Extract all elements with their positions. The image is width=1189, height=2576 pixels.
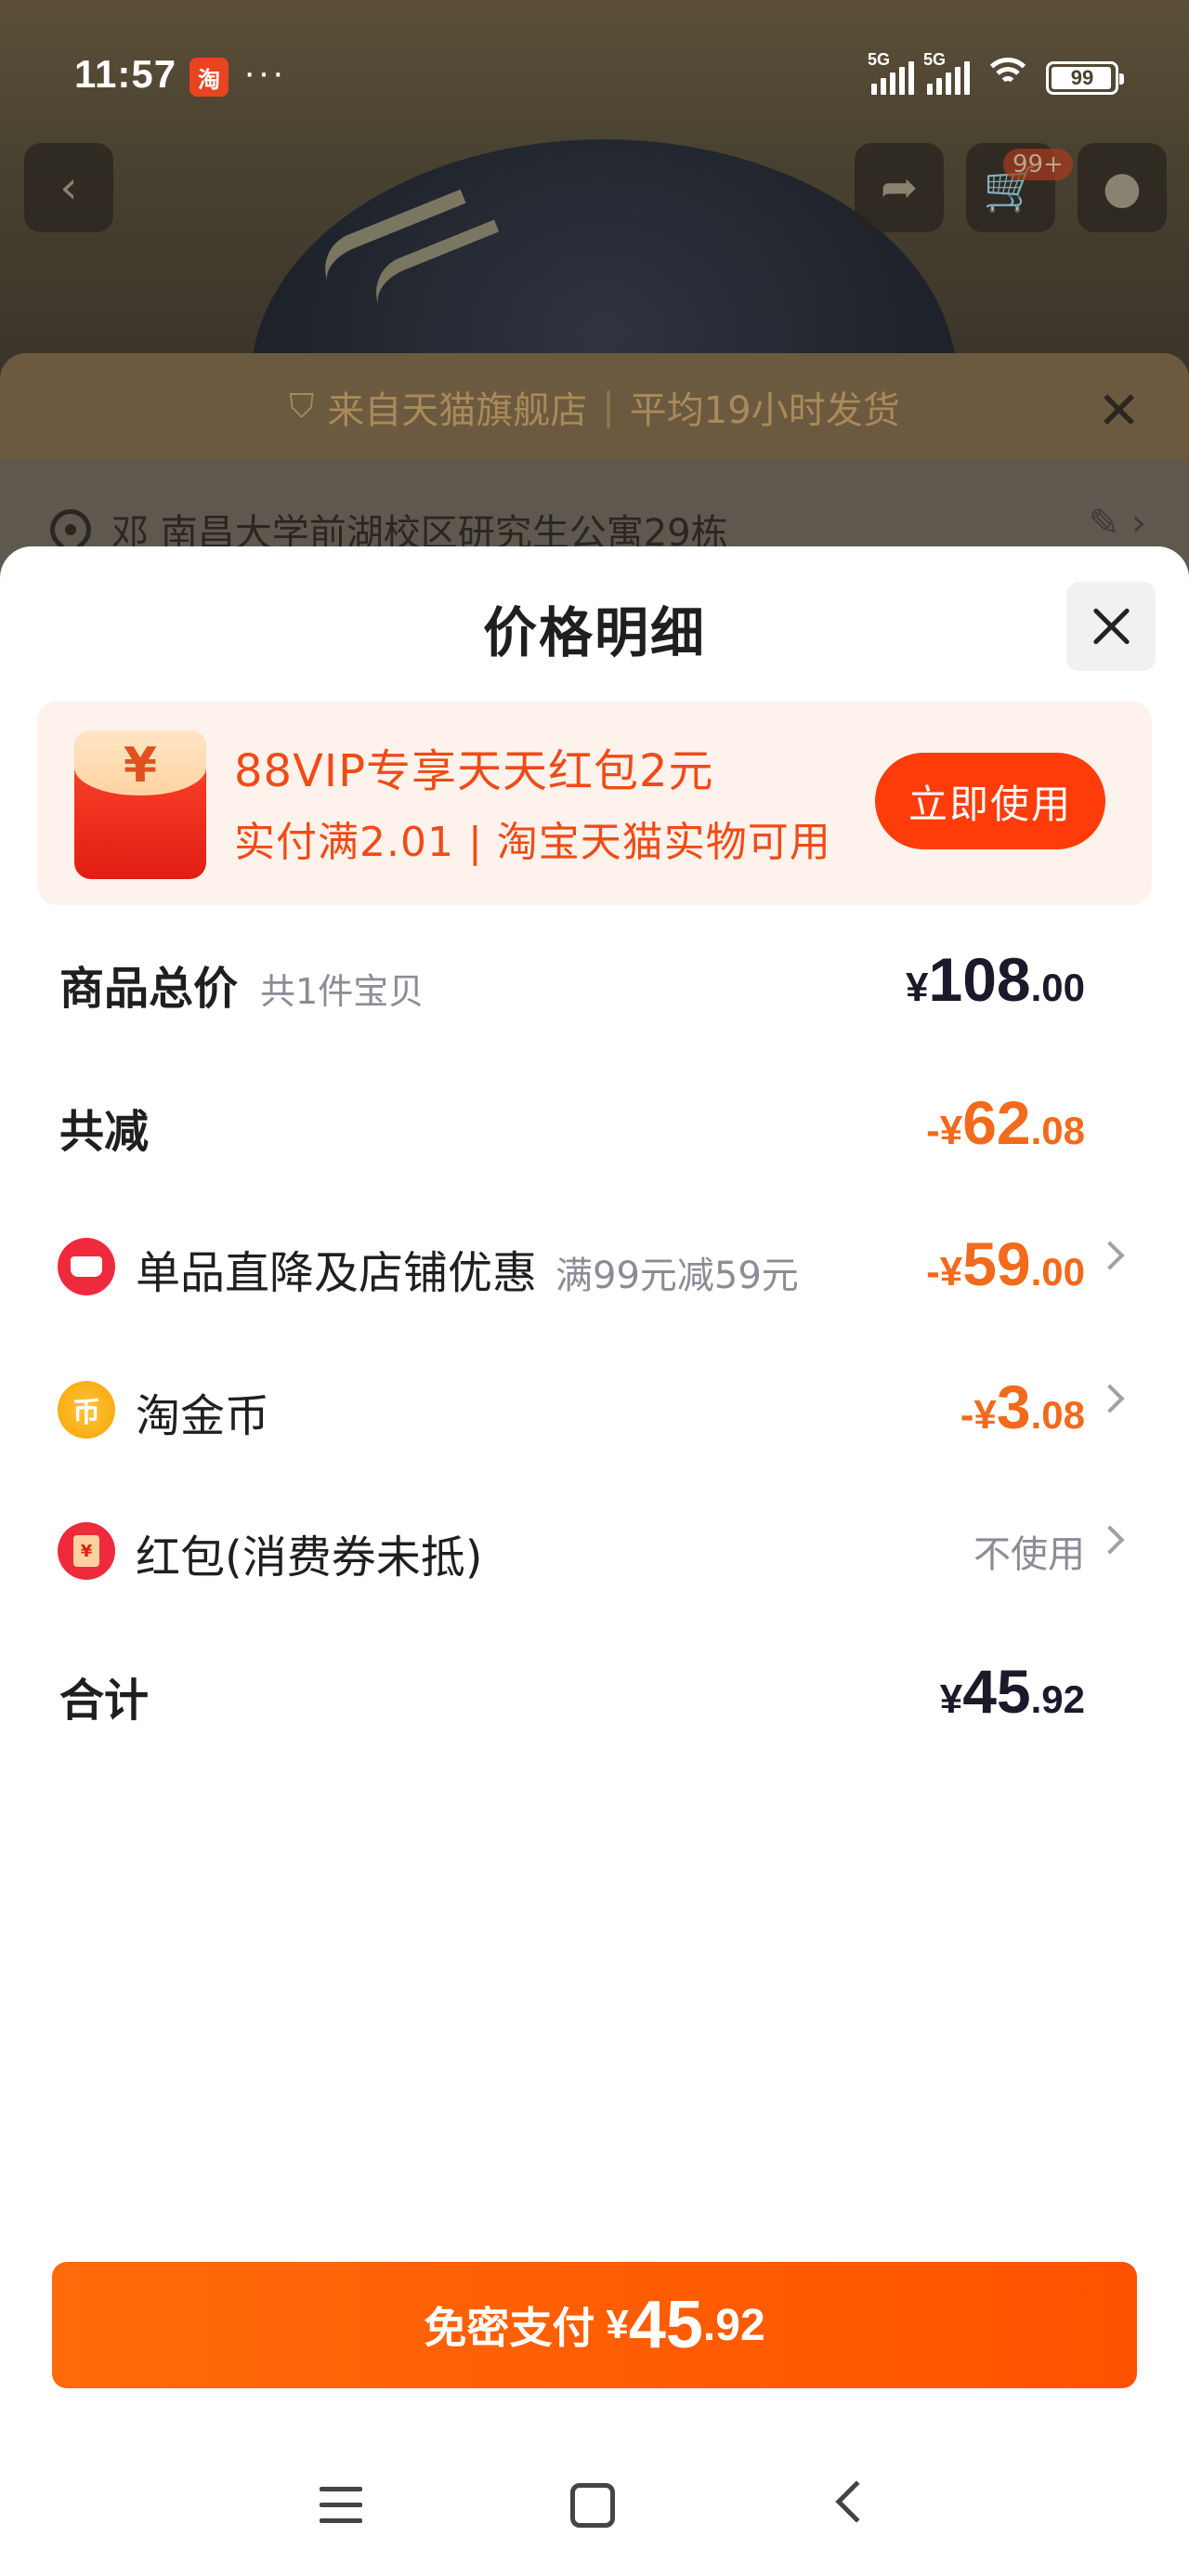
shop-icon [58, 1238, 115, 1295]
chevron-right-icon [1095, 1525, 1125, 1555]
amount-integer: 45 [628, 2288, 703, 2362]
amount-integer: 45 [962, 1657, 1031, 1726]
currency: -¥ [926, 1108, 963, 1153]
amount-integer: 62 [962, 1088, 1031, 1157]
item-count: 共1件宝贝 [260, 971, 425, 1012]
price-detail-sheet: 价格明细 ¥ 88VIP专享天天红包2元 实付满2.01 | 淘宝天猫实物可用 … [0, 546, 1189, 2576]
home-icon[interactable] [570, 2483, 615, 2528]
status-bar: 11:57 淘 ··· 5G 5G 99 [0, 0, 1189, 123]
red-packet-icon: ¥ [74, 730, 206, 879]
grand-total-amount: ¥45.92 [940, 1656, 1085, 1727]
close-icon[interactable]: ✕ [1097, 381, 1141, 441]
close-button[interactable] [1066, 582, 1156, 671]
amount-decimal: .08 [1030, 1109, 1085, 1152]
shipping-banner: ⛉ 来自天猫旗舰店 | 平均19小时发货 [0, 353, 1189, 461]
currency: ¥ [606, 2302, 629, 2347]
cart-count-badge: 99+ [1003, 149, 1073, 180]
total-price-row: 商品总价 共1件宝贝 ¥108.00 [0, 931, 1189, 1024]
amount-decimal: .92 [1030, 1677, 1085, 1721]
password-free-pay-button[interactable]: 免密支付 ¥45.92 [52, 2262, 1137, 2388]
currency: -¥ [960, 1392, 997, 1438]
currency: ¥ [939, 1676, 963, 1722]
shop-discount-row[interactable]: 单品直降及店铺优惠 满99元减59元 -¥59.00 [0, 1216, 1189, 1308]
sheet-title: 价格明细 [482, 601, 706, 664]
currency: -¥ [926, 1249, 963, 1295]
chevron-right-icon [1095, 1241, 1125, 1270]
status-time: 11:57 [74, 52, 177, 96]
promo-title: 88VIP专享天天红包2元 [234, 745, 714, 797]
back-icon[interactable]: ‹ [24, 143, 113, 232]
coin-icon: 币 [58, 1381, 115, 1439]
grand-total-row: 合计 ¥45.92 [0, 1643, 1189, 1736]
currency: ¥ [906, 965, 929, 1010]
share-icon[interactable]: ➦ [855, 143, 944, 232]
yen-glyph: ¥ [123, 738, 158, 794]
nav-back-icon[interactable] [835, 2480, 878, 2523]
vip-red-packet-promo: ¥ 88VIP专享天天红包2元 实付满2.01 | 淘宝天猫实物可用 立即使用 [37, 701, 1152, 905]
signal-icon: 5G [923, 50, 970, 95]
amount-decimal: .08 [1030, 1393, 1085, 1437]
wifi-icon [983, 58, 1033, 95]
taobao-app-icon: 淘 [189, 58, 229, 97]
total-discount-amount: -¥62.08 [926, 1087, 1085, 1158]
signal-label: 5G [923, 50, 947, 69]
battery-icon: 99 [1046, 61, 1124, 95]
taobao-coin-amount: -¥3.08 [960, 1372, 1085, 1442]
shield-check-icon: ⛉ [289, 388, 315, 426]
chevron-right-icon [1095, 1384, 1125, 1413]
grand-total-label: 合计 [59, 1675, 150, 1727]
shop-discount-text: 单品直降及店铺优惠 [136, 1247, 538, 1299]
red-packet-label: 红包(消费券未抵) [136, 1531, 483, 1584]
total-discount-label: 共减 [59, 1106, 150, 1158]
red-packet-value: 不使用 [973, 1533, 1085, 1576]
edit-icon[interactable]: ✎ › [1089, 502, 1146, 545]
shop-discount-rule: 满99元减59元 [555, 1255, 799, 1297]
taobao-coin-label: 淘金币 [136, 1390, 270, 1442]
amount-decimal: .00 [1030, 1250, 1085, 1294]
use-now-button[interactable]: 立即使用 [875, 753, 1105, 849]
shop-discount-amount: -¥59.00 [926, 1229, 1085, 1299]
shop-discount-label: 单品直降及店铺优惠 满99元减59元 [136, 1236, 799, 1301]
page: 11:57 淘 ··· 5G 5G 99 ‹ ➦ 🛒 99+ ● ⛉ 来自天猫旗… [0, 0, 1189, 2576]
banner-store-text: 来自天猫旗舰店 [327, 389, 588, 432]
amount-decimal: .92 [702, 2300, 765, 2350]
banner-separator: | [602, 386, 615, 428]
red-packet-icon: ¥ [58, 1522, 115, 1580]
amount-integer: 3 [996, 1373, 1031, 1441]
more-notifications-icon: ··· [243, 52, 286, 93]
total-price-text: 商品总价 [59, 963, 239, 1015]
pay-button-label: 免密支付 [424, 2303, 595, 2353]
total-discount-row: 共减 -¥62.08 [0, 1074, 1189, 1167]
promo-subtitle: 实付满2.01 | 淘宝天猫实物可用 [234, 819, 831, 866]
amount-integer: 59 [962, 1229, 1031, 1298]
status-indicators: 5G 5G 99 [868, 50, 1124, 95]
banner-shipping-text: 平均19小时发货 [629, 389, 900, 432]
amount-integer: 108 [928, 945, 1031, 1014]
amount-decimal: .00 [1030, 966, 1085, 1009]
total-price-label: 商品总价 共1件宝贝 [59, 952, 424, 1017]
message-icon[interactable]: ● [1078, 143, 1167, 232]
taobao-coin-row[interactable]: 币 淘金币 -¥3.08 [0, 1359, 1189, 1452]
battery-level: 99 [1070, 66, 1094, 89]
red-packet-glyph: ¥ [73, 1535, 99, 1567]
signal-icon: 5G [868, 50, 914, 95]
total-price-amount: ¥108.00 [906, 944, 1085, 1015]
red-packet-row[interactable]: ¥ 红包(消费券未抵) 不使用 [0, 1500, 1189, 1593]
close-icon [1091, 606, 1131, 647]
signal-label: 5G [868, 50, 891, 69]
system-navigation-bar [0, 2442, 1189, 2572]
menu-icon[interactable] [320, 2487, 362, 2524]
